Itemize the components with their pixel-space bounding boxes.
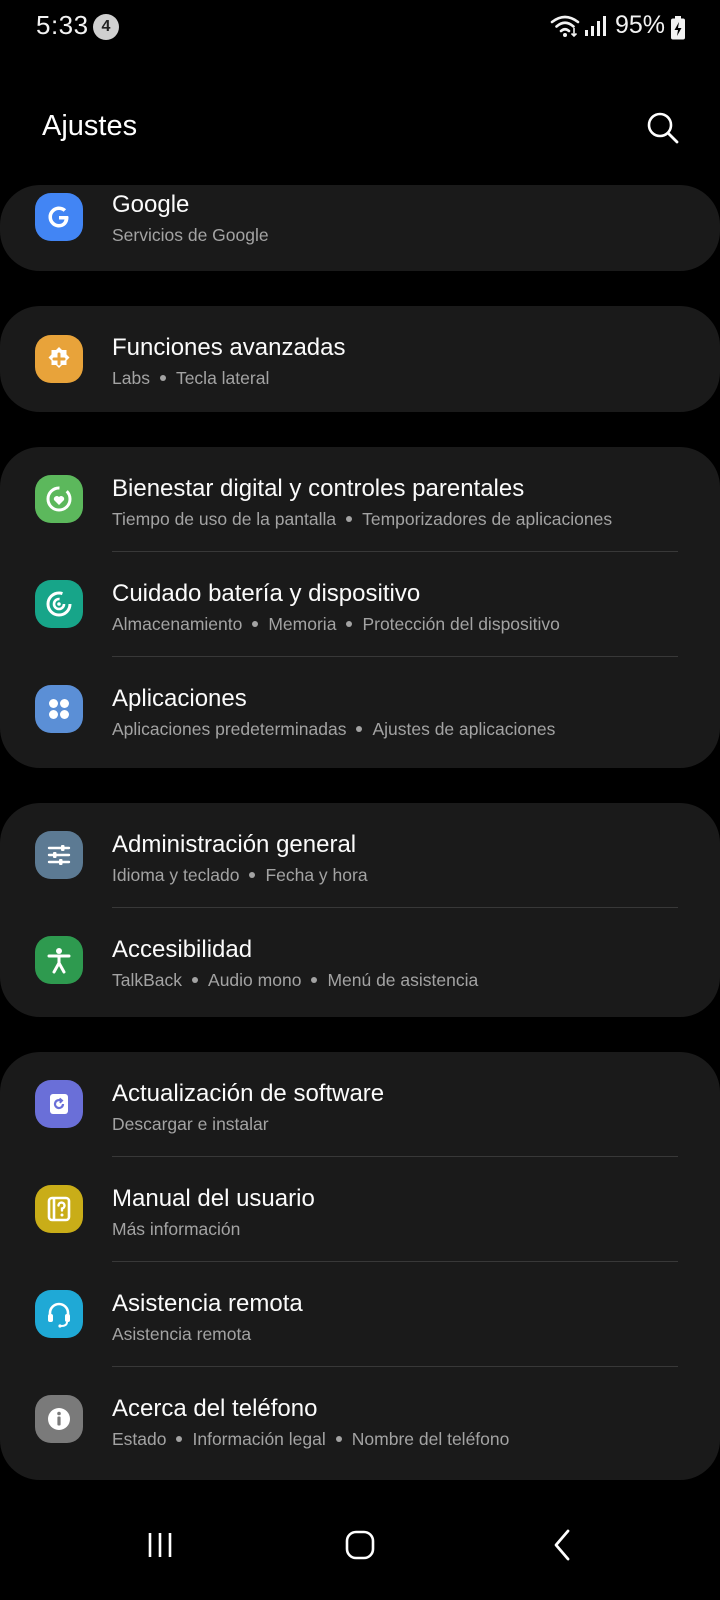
subtitle-part: Tecla lateral xyxy=(175,368,270,388)
settings-item-subtitle: Labs Tecla lateral xyxy=(112,368,269,389)
settings-item-general-management[interactable]: Administración general Idioma y teclado F… xyxy=(0,803,720,908)
subtitle-part: Protección del dispositivo xyxy=(362,614,560,634)
accessibility-icon xyxy=(35,936,83,984)
settings-item-subtitle: Asistencia remota xyxy=(112,1324,251,1345)
separator-dot xyxy=(192,976,199,983)
separator-dot xyxy=(335,1435,342,1442)
home-button[interactable] xyxy=(320,1515,400,1575)
subtitle-part: Tiempo de uso de la pantalla xyxy=(112,509,337,529)
settings-item-software-update[interactable]: Actualización de software Descargar e in… xyxy=(0,1052,720,1157)
notification-count-badge: 4 xyxy=(93,14,119,40)
separator-dot xyxy=(346,515,353,522)
subtitle-part: Asistencia remota xyxy=(112,1324,252,1344)
user-manual-icon xyxy=(35,1185,83,1233)
separator-dot xyxy=(249,871,256,878)
recent-apps-button[interactable] xyxy=(120,1515,200,1575)
back-icon xyxy=(554,1529,570,1561)
settings-card-google: Google Servicios de Google xyxy=(0,185,720,271)
settings-item-title: Cuidado batería y dispositivo xyxy=(112,580,421,607)
subtitle-part: Aplicaciones predeterminadas xyxy=(112,719,347,739)
device-care-icon xyxy=(35,580,83,628)
back-button[interactable] xyxy=(523,1515,603,1575)
settings-item-title: Asistencia remota xyxy=(112,1290,303,1317)
settings-item-title: Accesibilidad xyxy=(112,936,253,963)
settings-item-apps[interactable]: Aplicaciones Aplicaciones predeterminada… xyxy=(0,657,720,762)
subtitle-part: Servicios de Google xyxy=(112,225,269,245)
subtitle-part: Información legal xyxy=(192,1429,326,1449)
settings-item-google[interactable]: Google Servicios de Google xyxy=(0,185,720,271)
separator-dot xyxy=(159,374,166,381)
about-phone-icon xyxy=(35,1395,83,1443)
status-bar: 5:33 4 95% xyxy=(0,0,720,56)
subtitle-part: TalkBack xyxy=(112,970,183,990)
settings-card-advanced: Funciones avanzadas Labs Tecla lateral xyxy=(0,306,720,412)
settings-item-title: Aplicaciones xyxy=(112,685,247,712)
settings-item-subtitle: Tiempo de uso de la pantalla Temporizador… xyxy=(112,509,612,530)
settings-item-subtitle: Almacenamiento Memoria Protección del disp… xyxy=(112,614,560,635)
settings-item-subtitle: Más información xyxy=(112,1219,240,1240)
settings-item-title: Actualización de software xyxy=(112,1080,385,1107)
general-management-icon xyxy=(35,831,83,879)
subtitle-part: Ajustes de aplicaciones xyxy=(372,719,556,739)
home-icon xyxy=(345,1530,375,1560)
settings-item-subtitle: Servicios de Google xyxy=(112,225,269,246)
settings-item-subtitle: TalkBack Audio mono Menú de asistencia xyxy=(112,970,478,991)
search-icon xyxy=(647,112,679,144)
settings-item-subtitle: Descargar e instalar xyxy=(112,1114,269,1135)
settings-item-title: Administración general xyxy=(112,831,357,858)
advanced-features-icon xyxy=(35,335,83,383)
settings-item-title: Acerca del teléfono xyxy=(112,1395,318,1422)
settings-card-support: Actualización de software Descargar e in… xyxy=(0,1052,720,1480)
subtitle-part: Audio mono xyxy=(208,970,302,990)
settings-item-device-care[interactable]: Cuidado batería y dispositivo Almacenami… xyxy=(0,552,720,657)
settings-card-device: Bienestar digital y controles parentales… xyxy=(0,447,720,768)
settings-item-accessibility[interactable]: Accesibilidad TalkBack Audio mono Menú de … xyxy=(0,908,720,1013)
subtitle-part: Temporizadores de aplicaciones xyxy=(362,509,613,529)
subtitle-part: Idioma y teclado xyxy=(112,865,240,885)
digital-wellbeing-icon xyxy=(35,475,83,523)
settings-card-system: Administración general Idioma y teclado F… xyxy=(0,803,720,1017)
subtitle-part: Nombre del teléfono xyxy=(351,1429,510,1449)
settings-item-about-phone[interactable]: Acerca del teléfono Estado Información le… xyxy=(0,1367,720,1472)
status-time: 5:33 xyxy=(36,10,89,40)
page-title: Ajustes xyxy=(42,110,138,142)
settings-item-subtitle: Aplicaciones predeterminadas Ajustes de a… xyxy=(112,719,555,740)
separator-dot xyxy=(176,1435,183,1442)
battery-charging-icon xyxy=(671,16,685,40)
settings-item-digital-wellbeing[interactable]: Bienestar digital y controles parentales… xyxy=(0,447,720,552)
separator-dot xyxy=(346,620,353,627)
settings-item-user-manual[interactable]: Manual del usuario Más información xyxy=(0,1157,720,1262)
subtitle-part: Fecha y hora xyxy=(265,865,368,885)
software-update-icon xyxy=(35,1080,83,1128)
separator-dot xyxy=(252,620,259,627)
settings-item-title: Bienestar digital y controles parentales xyxy=(112,475,525,502)
apps-icon xyxy=(35,685,83,733)
search-button[interactable] xyxy=(643,108,683,148)
subtitle-part: Estado xyxy=(112,1429,167,1449)
settings-item-remote-support[interactable]: Asistencia remota Asistencia remota xyxy=(0,1262,720,1367)
navigation-bar xyxy=(0,1515,720,1600)
settings-item-title: Funciones avanzadas xyxy=(112,334,346,361)
settings-item-title: Manual del usuario xyxy=(112,1185,315,1212)
settings-item-advanced-features[interactable]: Funciones avanzadas Labs Tecla lateral xyxy=(0,306,720,411)
settings-item-subtitle: Estado Información legal Nombre del teléfo… xyxy=(112,1429,509,1450)
subtitle-part: Labs xyxy=(112,368,150,388)
separator-dot xyxy=(311,976,318,983)
settings-item-title: Google xyxy=(112,191,190,218)
google-icon xyxy=(35,193,83,241)
remote-support-icon xyxy=(35,1290,83,1338)
battery-percent: 95% xyxy=(615,11,666,39)
subtitle-part: Menú de asistencia xyxy=(327,970,479,990)
wifi-icon xyxy=(550,15,580,38)
subtitle-part: Memoria xyxy=(268,614,337,634)
recent-apps-icon xyxy=(148,1533,172,1557)
signal-icon xyxy=(585,16,606,36)
subtitle-part: Descargar e instalar xyxy=(112,1114,269,1134)
separator-dot xyxy=(356,725,363,732)
subtitle-part: Almacenamiento xyxy=(112,614,243,634)
settings-item-subtitle: Idioma y teclado Fecha y hora xyxy=(112,865,368,886)
subtitle-part: Más información xyxy=(112,1219,241,1239)
